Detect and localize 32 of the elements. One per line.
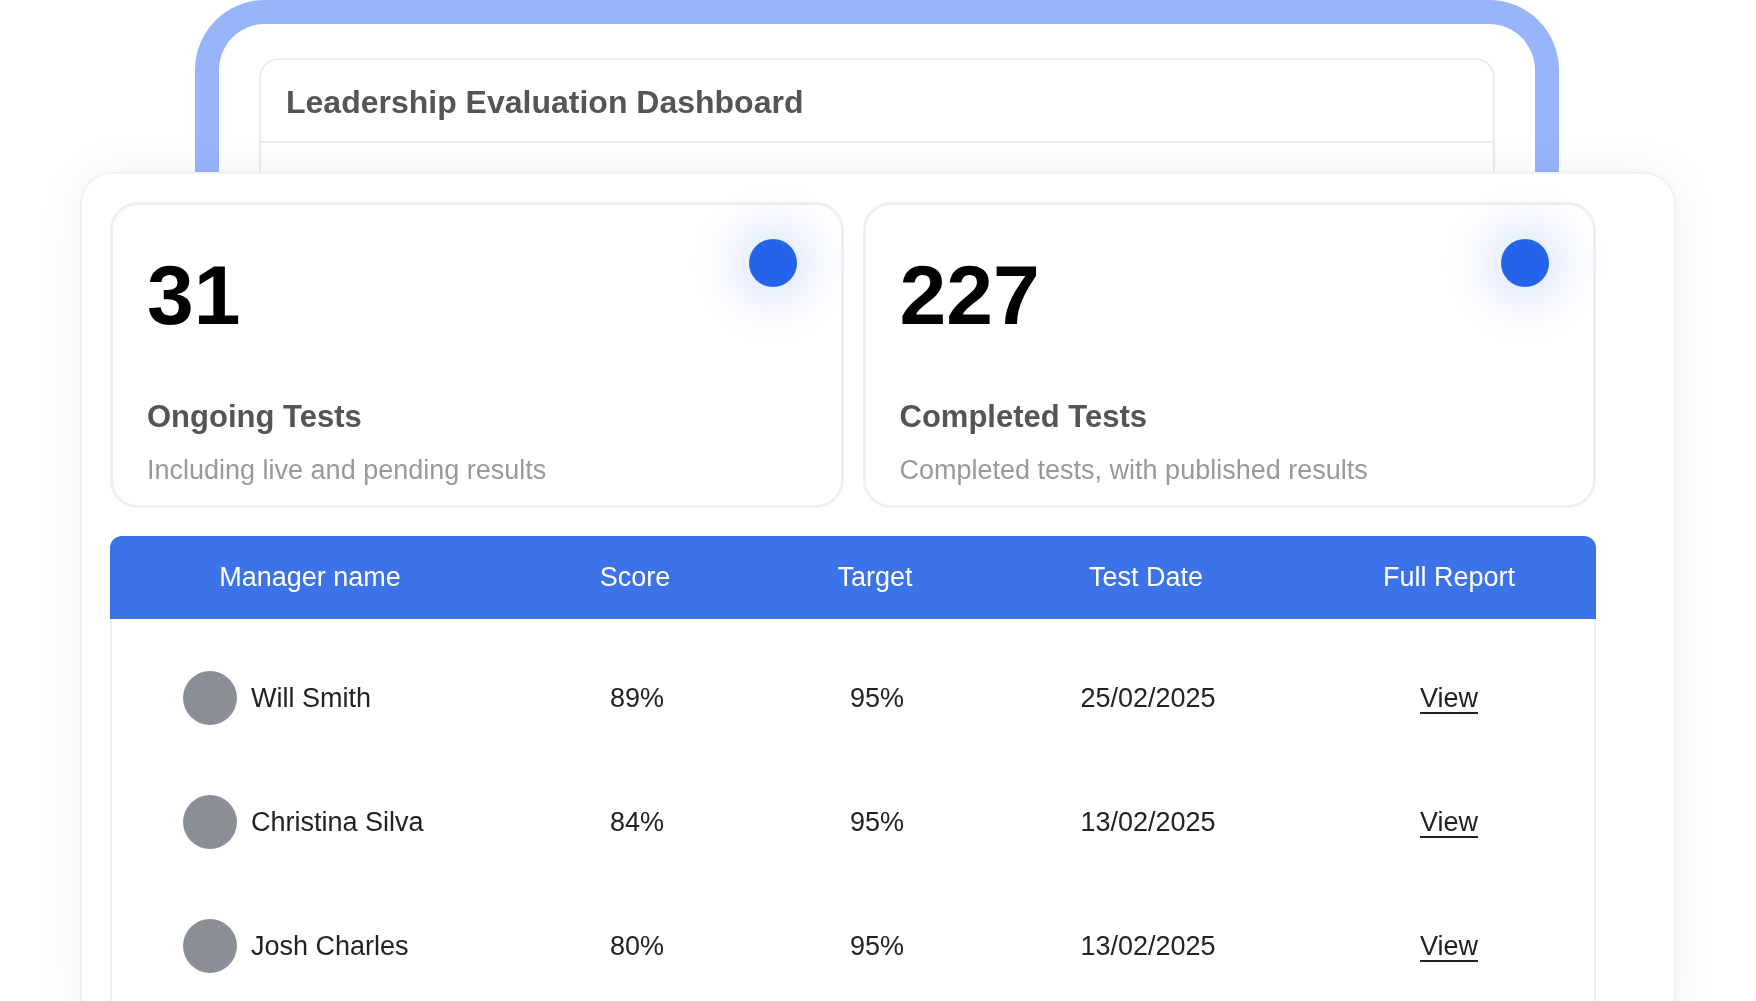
score-cell: 89%: [609, 682, 664, 713]
column-header: Test Date: [1087, 562, 1205, 593]
column-header: Manager name: [218, 562, 402, 593]
dashboard-title: Leadership Evaluation Dashboard: [261, 60, 1493, 143]
stat-label: Completed Tests: [899, 399, 1147, 435]
manager-name: Josh Charles: [251, 930, 409, 962]
column-header: Full Report: [1381, 562, 1516, 593]
stat-description: Completed tests, with published results: [899, 455, 1368, 486]
date-cell: 25/02/2025: [1080, 682, 1216, 713]
target-cell: 95%: [849, 682, 904, 713]
manager-name: Christina Silva: [251, 806, 424, 838]
date-cell: 13/02/2025: [1080, 930, 1216, 961]
stat-description: Including live and pending results: [147, 455, 547, 486]
view-link[interactable]: View: [1419, 806, 1478, 837]
date-cell: 13/02/2025: [1080, 806, 1216, 837]
score-cell: 80%: [609, 930, 664, 961]
view-link[interactable]: View: [1419, 682, 1478, 713]
indicator-dot: [748, 239, 797, 287]
target-cell: 95%: [849, 930, 904, 961]
avatar: [183, 671, 237, 725]
column-header: Score: [598, 562, 672, 593]
stat-value: 227: [899, 253, 1040, 337]
target-cell: 95%: [849, 806, 904, 837]
indicator-dot: [1501, 239, 1549, 287]
view-link[interactable]: View: [1419, 930, 1478, 961]
manager-name: Will Smith: [251, 682, 371, 714]
stat-value: 31: [147, 253, 241, 337]
avatar: [183, 795, 237, 849]
score-cell: 84%: [609, 806, 664, 837]
avatar: [183, 919, 237, 973]
column-header: Target: [836, 562, 914, 593]
stat-label: Ongoing Tests: [147, 399, 362, 435]
